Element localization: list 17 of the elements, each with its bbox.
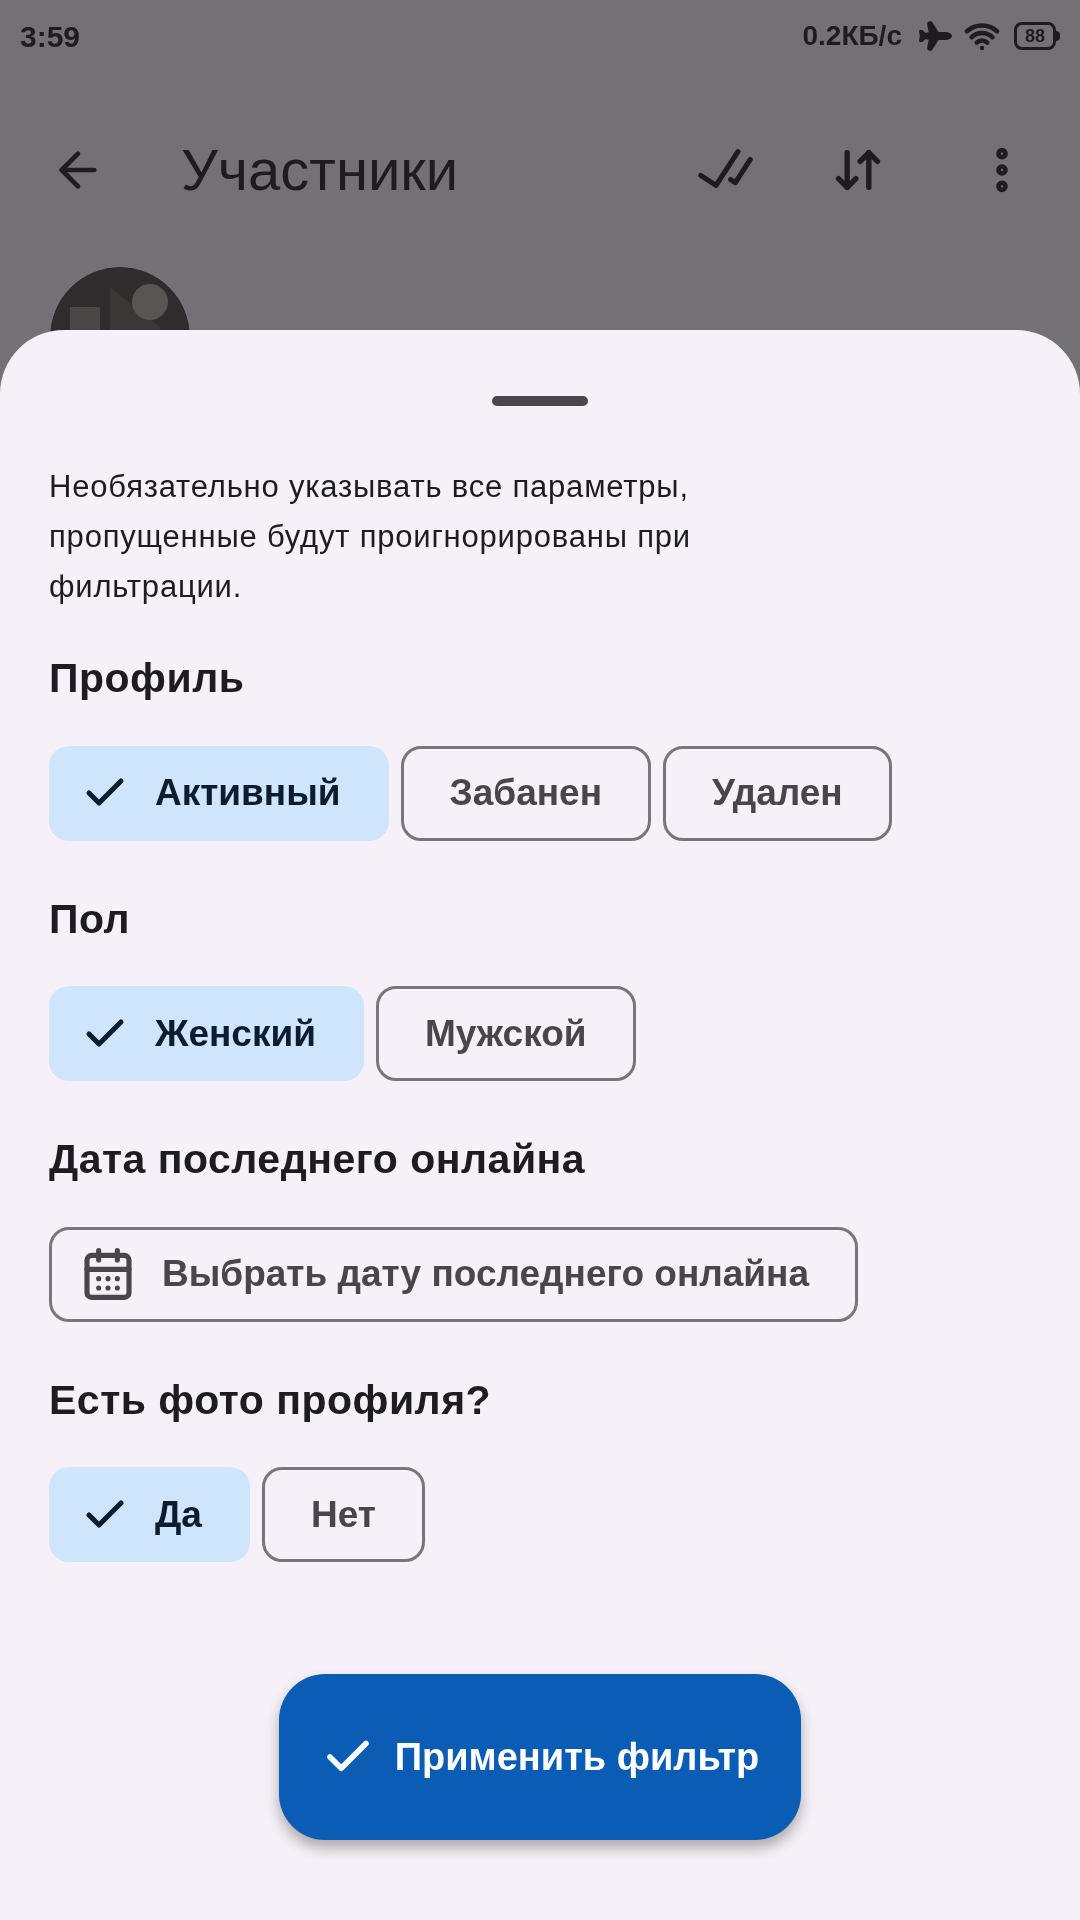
screen-title: Участники xyxy=(181,136,460,204)
section-title: Профиль xyxy=(49,654,246,703)
section-title: Дата последнего онлайна xyxy=(49,1135,587,1184)
filter-chip[interactable]: Активный xyxy=(49,745,389,841)
date-picker-button[interactable]: Выбрать дату последнего онлайна xyxy=(49,1226,858,1322)
section-title: Пол xyxy=(49,894,132,944)
section-title: Есть фото профиля? xyxy=(49,1375,493,1425)
filter-chip[interactable]: Да xyxy=(49,1467,250,1562)
filter-chip[interactable]: Забанен xyxy=(400,745,651,841)
status-time: 3:59 xyxy=(20,18,81,55)
filter-chip[interactable]: Мужской xyxy=(375,986,636,1081)
filter-chip[interactable]: Удален xyxy=(663,745,892,841)
filter-chip[interactable]: Женский xyxy=(49,986,364,1081)
hint-text: Необязательно указывать все параметры, пропущенные будут проигнорированы при фильтрации. xyxy=(49,468,692,606)
filter-chip[interactable]: Нет xyxy=(261,1467,425,1562)
apply-filter-button[interactable]: Применить фильтр xyxy=(278,1674,802,1840)
network-speed: 0.2КБ/с xyxy=(802,19,902,53)
